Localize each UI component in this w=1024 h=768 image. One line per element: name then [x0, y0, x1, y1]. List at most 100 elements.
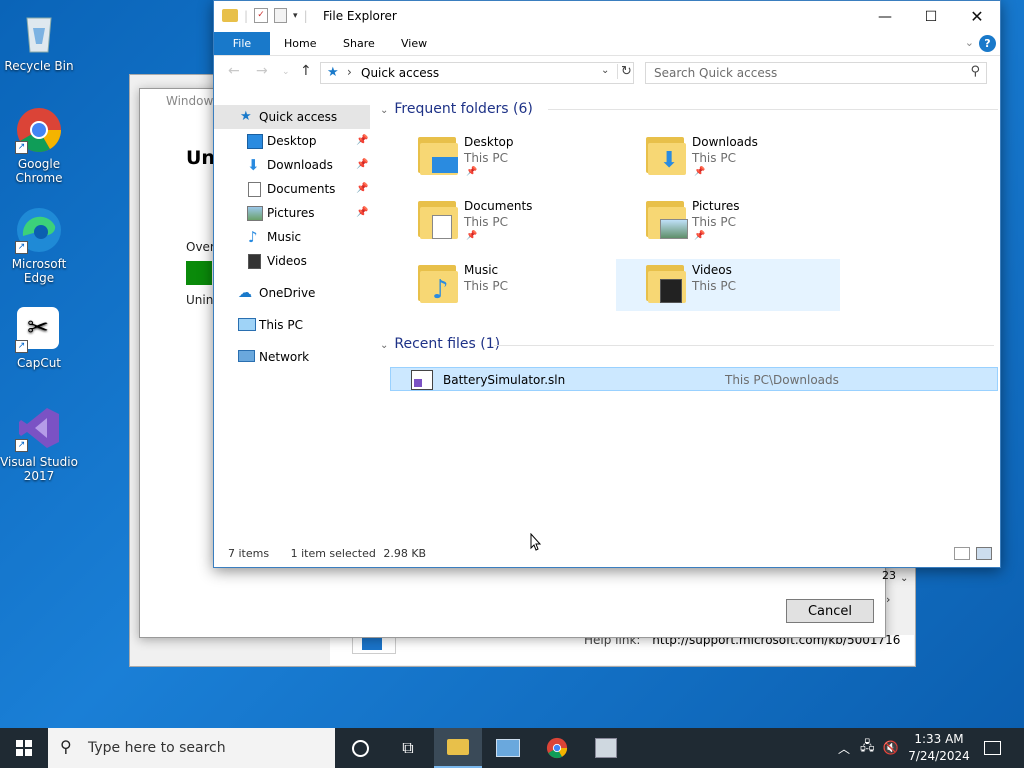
title-bar: | ✓ ▾ | File Explorer — ☐ ✕	[214, 1, 1000, 32]
folder-icon	[222, 9, 238, 22]
maximize-button[interactable]: ☐	[908, 1, 954, 32]
mouse-cursor-icon	[530, 533, 542, 551]
scroll-down-icon[interactable]: ⌄	[900, 573, 908, 584]
music-note-icon: ♪	[248, 228, 258, 246]
nav-item-documents[interactable]: Documents 📌	[214, 177, 374, 201]
desktop-icon-label: Recycle Bin	[4, 59, 74, 73]
clock-date: 7/24/2024	[908, 749, 970, 763]
taskbar-file-explorer[interactable]	[434, 728, 482, 768]
group-title: Frequent folders (6)	[394, 101, 533, 117]
nav-label: Documents	[267, 182, 336, 196]
expand-ribbon-icon[interactable]: ⌄	[965, 36, 974, 49]
shortcut-arrow-icon: ↗	[15, 439, 28, 452]
picture-icon	[247, 206, 263, 221]
clock-time: 1:33 AM	[914, 732, 964, 746]
desktop-icon-recycle-bin[interactable]: Recycle Bin	[0, 8, 78, 73]
folder-icon	[418, 197, 458, 241]
nav-item-desktop[interactable]: Desktop 📌	[214, 129, 374, 153]
large-icons-view-icon[interactable]	[976, 547, 992, 560]
status-bar: 7 items 1 item selected 2.98 KB	[228, 547, 444, 560]
tab-home[interactable]: Home	[270, 32, 330, 55]
folder-name: Downloads	[692, 135, 758, 149]
file-explorer-window: | ✓ ▾ | File Explorer — ☐ ✕ File Home Sh…	[213, 0, 1001, 568]
recent-files-header[interactable]: ⌄ Recent files (1)	[380, 336, 500, 352]
nav-item-quick-access[interactable]: ★ Quick access	[214, 105, 370, 129]
tab-view[interactable]: View	[387, 32, 441, 55]
details-view-icon[interactable]	[954, 547, 970, 560]
back-arrow-icon[interactable]: ←	[228, 63, 240, 79]
taskbar-app-window[interactable]	[484, 728, 532, 768]
nav-item-videos[interactable]: Videos	[214, 249, 374, 273]
frequent-folders-header[interactable]: ⌄ Frequent folders (6)	[380, 101, 533, 117]
breadcrumb-chevron-icon: ›	[347, 65, 352, 79]
desktop-icon-chrome[interactable]: ↗ Google Chrome	[0, 106, 78, 185]
tab-file[interactable]: File	[214, 32, 270, 55]
folder-tile-music[interactable]: ♪ Music This PC	[408, 259, 632, 311]
folder-tile-pictures[interactable]: Pictures This PC 📌	[636, 195, 860, 247]
folder-name: Videos	[692, 263, 732, 277]
desktop-icon-visual-studio[interactable]: ↗ Visual Studio 2017	[0, 404, 78, 483]
quick-access-star-icon: ★	[327, 65, 339, 80]
search-icon: ⚲	[970, 64, 980, 79]
folder-name: Pictures	[692, 199, 740, 213]
task-view-button[interactable]: ⧉	[384, 728, 432, 768]
desktop-icon-edge[interactable]: ↗ Microsoft Edge	[0, 206, 78, 285]
cortana-button[interactable]	[336, 728, 384, 768]
tab-share[interactable]: Share	[329, 32, 389, 55]
nav-item-pictures[interactable]: Pictures 📌	[214, 201, 374, 225]
folder-tile-downloads[interactable]: ⬇ Downloads This PC 📌	[636, 131, 860, 183]
desktop-icon-capcut[interactable]: ✂ ↗ CapCut	[0, 305, 78, 370]
folder-icon: ⬇	[646, 133, 686, 177]
nav-item-this-pc[interactable]: This PC	[214, 313, 374, 337]
overall-progress-label: Over	[186, 240, 215, 254]
background-window-title: Windows	[166, 94, 220, 108]
action-center-button[interactable]	[968, 728, 1016, 768]
scroll-right-icon[interactable]: ›	[886, 593, 890, 606]
nav-item-network[interactable]: Network	[214, 345, 374, 369]
address-dropdown-icon[interactable]: ⌄	[601, 65, 609, 76]
taskbar-installer[interactable]	[582, 728, 630, 768]
taskbar-chrome[interactable]	[533, 728, 581, 768]
search-box[interactable]: Search Quick access ⚲	[645, 62, 987, 84]
notification-icon	[983, 741, 1001, 755]
download-arrow-icon: ⬇	[247, 156, 260, 174]
folder-tile-videos[interactable]: Videos This PC	[616, 259, 840, 311]
taskbar: ⚲ Type here to search ⧉ ︿ 🖧 🔇 1:33 AM 7/…	[0, 728, 1024, 768]
show-hidden-icons-icon[interactable]: ︿	[838, 740, 850, 757]
network-icon[interactable]: 🖧	[860, 737, 875, 759]
solution-file-icon	[411, 370, 433, 390]
address-bar[interactable]: ★ › Quick access ⌄ ↻	[320, 62, 634, 84]
nav-item-downloads[interactable]: ⬇ Downloads 📌	[214, 153, 374, 177]
recent-file-row[interactable]: BatterySimulator.sln This PC\Downloads	[390, 367, 998, 391]
up-arrow-icon[interactable]: ↑	[300, 63, 312, 79]
nav-item-onedrive[interactable]: ☁ OneDrive	[214, 281, 374, 305]
forward-arrow-icon[interactable]: →	[256, 63, 268, 79]
clock[interactable]: 1:33 AM 7/24/2024	[900, 731, 978, 765]
search-placeholder: Search Quick access	[654, 66, 778, 80]
search-placeholder: Type here to search	[88, 740, 226, 756]
properties-icon[interactable]: ✓	[254, 8, 269, 23]
folder-icon	[418, 133, 458, 177]
folder-name: Music	[464, 263, 499, 277]
recent-locations-icon[interactable]: ⌄	[282, 67, 290, 77]
desktop-icon-label: Visual Studio 2017	[0, 455, 78, 483]
nav-label: This PC	[259, 318, 303, 332]
view-switcher	[954, 547, 992, 560]
minimize-button[interactable]: —	[862, 1, 908, 32]
volume-muted-icon[interactable]: 🔇	[883, 741, 899, 756]
start-button[interactable]	[0, 728, 48, 768]
close-button[interactable]: ✕	[954, 1, 1000, 32]
chrome-icon	[546, 737, 568, 759]
ribbon-tabs: File Home Share View ⌄ ?	[214, 32, 1000, 56]
help-icon[interactable]: ?	[979, 35, 996, 52]
new-folder-icon[interactable]	[274, 8, 288, 23]
selection-count: 1 item selected	[290, 547, 376, 560]
pin-icon: 📌	[694, 231, 706, 241]
taskbar-search-box[interactable]: ⚲ Type here to search	[48, 728, 335, 768]
folder-tile-desktop[interactable]: Desktop This PC 📌	[408, 131, 632, 183]
folder-tile-documents[interactable]: Documents This PC 📌	[408, 195, 632, 247]
refresh-icon[interactable]: ↻	[617, 64, 632, 79]
nav-item-music[interactable]: ♪ Music	[214, 225, 374, 249]
customize-toolbar-icon[interactable]: ▾	[293, 11, 298, 21]
cancel-button[interactable]: Cancel	[786, 599, 874, 623]
